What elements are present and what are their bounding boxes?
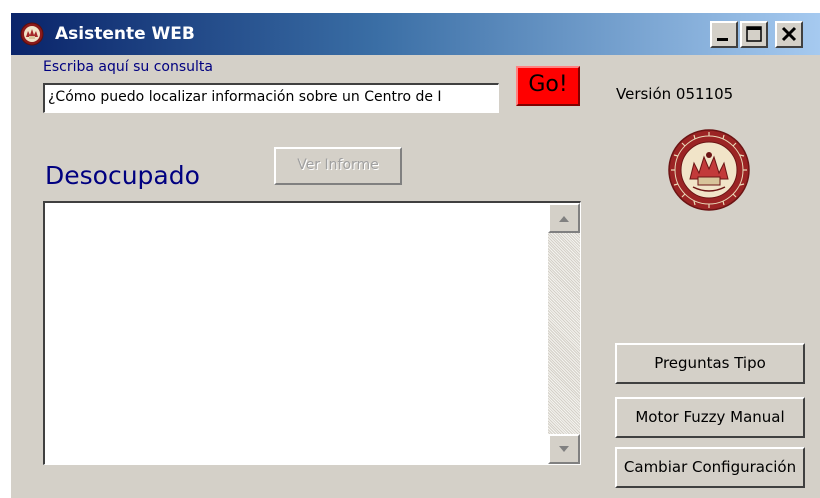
arrow-down-icon [559, 446, 569, 452]
maximize-button[interactable] [740, 21, 768, 48]
results-textarea[interactable] [43, 201, 581, 465]
status-label: Desocupado [45, 161, 200, 190]
preguntas-tipo-button[interactable]: Preguntas Tipo [615, 343, 805, 384]
university-seal-icon [668, 129, 750, 211]
query-input[interactable]: ¿Cómo puedo localizar información sobre … [43, 83, 499, 113]
maximize-icon [746, 26, 762, 42]
motor-fuzzy-manual-button[interactable]: Motor Fuzzy Manual [615, 397, 805, 438]
scroll-down-button[interactable] [548, 434, 580, 464]
vertical-scrollbar[interactable] [548, 203, 580, 464]
close-button[interactable] [775, 21, 803, 48]
scroll-up-button[interactable] [548, 203, 580, 233]
ver-informe-button[interactable]: Ver Informe [274, 147, 402, 185]
window-title: Asistente WEB [55, 24, 195, 44]
arrow-up-icon [559, 216, 569, 222]
minimize-icon [717, 38, 728, 41]
go-button[interactable]: Go! [516, 66, 580, 106]
university-seal-icon[interactable] [20, 22, 44, 46]
title-bar[interactable]: Asistente WEB [11, 13, 820, 55]
version-label: Versión 051105 [616, 85, 734, 103]
query-label: Escriba aquí su consulta [43, 59, 213, 75]
asistente-web-window: Asistente WEB Escriba aquí su consulta ¿… [10, 12, 820, 498]
minimize-button[interactable] [710, 21, 738, 48]
cambiar-configuracion-button[interactable]: Cambiar Configuración [615, 447, 805, 488]
close-icon [781, 26, 797, 42]
